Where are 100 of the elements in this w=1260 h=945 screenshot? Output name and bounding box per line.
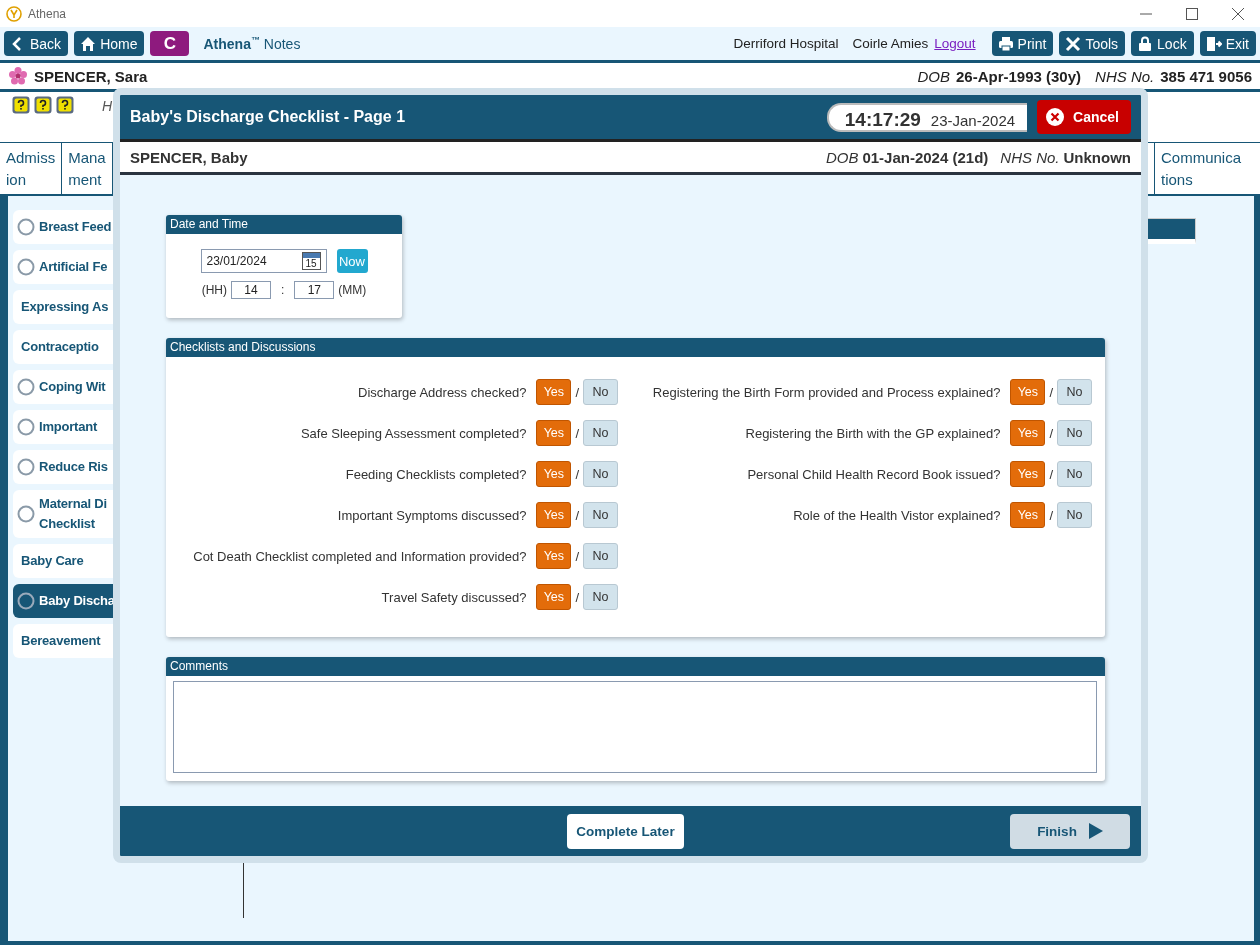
radio-circle-icon [17,418,35,436]
slash-separator: / [1049,466,1053,482]
no-button[interactable]: No [583,379,618,405]
question-label: Feeding Checklists completed? [345,466,527,482]
close-icon [1232,7,1244,20]
print-button[interactable]: Print [991,31,1054,56]
sidebar-item[interactable]: Expressing As [13,290,116,324]
radio-circle-icon [17,505,35,523]
minutes-label: (MM) [338,283,367,297]
window-title: Athena [28,6,67,21]
comments-field[interactable] [173,681,1097,773]
hours-field[interactable]: 14 [231,281,271,299]
radio-circle-icon [17,592,35,610]
nhs-label: NHS No. [1095,67,1155,85]
nhs-number: 385 471 9056 [1160,67,1252,85]
baby-name: SPENCER, Baby [130,148,248,166]
help-icon [56,96,74,114]
tab[interactable]: Mana ment [62,143,113,194]
radio-circle-icon [17,258,35,276]
cut-off-text: H [102,98,113,114]
slash-separator: / [1049,384,1053,400]
radio-circle-icon [17,458,35,476]
slash-separator: / [575,466,579,482]
app-brand: Athena$^{™}$ Notes [203,35,301,52]
question-label: Discharge Address checked? [358,384,527,400]
tab[interactable]: Communica tions [1154,143,1260,194]
dob-value: 26-Apr-1993 (30y) [956,67,1082,85]
section-header: Date and Time [166,215,402,234]
sidebar-item[interactable]: Coping Wit [13,370,116,404]
slash-separator: / [575,589,579,605]
dialog-title: Baby's Discharge Checklist - Page 1 [130,108,406,126]
tools-icon [1065,35,1082,52]
no-button[interactable]: No [583,584,618,610]
exit-door-icon [1205,35,1222,52]
slash-separator: / [1049,425,1053,441]
dob-label: DOB [917,67,950,85]
sidebar-item[interactable]: Contraceptio [13,330,116,364]
date-field[interactable]: 23/01/2024 15 [200,249,327,273]
sidebar-item[interactable]: Bereavement [13,624,116,658]
question-label: Important Symptoms discussed? [337,507,527,523]
logout-link[interactable]: Logout [934,36,976,51]
minutes-field[interactable]: 17 [294,281,335,299]
no-button[interactable]: No [1057,502,1092,528]
no-button[interactable]: No [583,420,618,446]
home-icon [80,35,97,52]
slash-separator: / [575,425,579,441]
radio-circle-icon [17,378,35,396]
hours-label: (HH) [201,283,227,297]
question-label: Travel Safety discussed? [381,589,527,605]
no-button[interactable]: No [583,543,618,569]
home-button[interactable]: Home [74,31,145,56]
nhs-label: NHS No. [1000,148,1060,166]
radio-circle-icon [17,218,35,236]
app-logo-icon [6,5,22,22]
sidebar-item[interactable]: Maternal Di Checklist [13,490,116,538]
complete-later-button[interactable]: Complete Later [567,813,684,849]
no-button[interactable]: No [1057,379,1092,405]
back-button[interactable]: Back [4,31,69,56]
printer-icon [997,35,1014,52]
sidebar-item[interactable]: Reduce Ris [13,450,116,484]
dob-label: DOB [825,148,859,166]
no-button[interactable]: No [1057,461,1092,487]
question-label: Registering the Birth Form provided and Process explained? [652,384,1001,400]
clock-display: 14:17:29 23-Jan-2024 [826,102,1028,132]
sidebar-item[interactable]: Artificial Fe [13,250,116,284]
sidebar-item[interactable]: Important [13,410,116,444]
user-name: Coirle Amies [852,36,929,51]
slash-separator: / [575,548,579,564]
exit-button[interactable]: Exit [1199,31,1256,56]
question-label: Role of the Health Vistor explained? [793,507,1001,523]
sidebar-item[interactable]: Breast Feed [13,210,116,244]
dob-value: 01-Jan-2024 (21d) [862,148,989,166]
section-header: Checklists and Discussions [166,338,1105,357]
tab[interactable]: Admiss ion [0,143,63,194]
sidebar-item[interactable]: Baby Discha [13,584,116,618]
question-label: Cot Death Checklist completed and Information provided? [193,548,527,564]
slash-separator: / [575,384,579,400]
play-arrow-icon [1088,823,1103,839]
question-label: Safe Sleeping Assessment completed? [300,425,527,441]
no-button[interactable]: No [583,461,618,487]
question-label: Registering the Birth with the GP explained? [745,425,1001,441]
no-button[interactable]: No [1057,420,1092,446]
no-button[interactable]: No [583,502,618,528]
maximize-icon [1186,7,1198,20]
nhs-number: Unknown [1063,148,1131,166]
calendar-icon[interactable]: 15 [301,252,321,270]
cancel-button[interactable]: Cancel [1037,100,1131,134]
section-header: Comments [166,657,1105,676]
lock-icon [1137,35,1154,52]
slash-separator: / [575,507,579,523]
slash-separator: / [1049,507,1053,523]
close-circle-icon [1045,107,1066,127]
patient-name: SPENCER, Sara [34,67,148,85]
sidebar-item[interactable]: Baby Care [13,544,116,578]
lock-button[interactable]: Lock [1131,31,1194,56]
hospital-name: Derriford Hospital [733,36,839,51]
flower-icon [8,66,28,86]
time-separator: : [281,283,285,297]
tools-button[interactable]: Tools [1059,31,1126,56]
c-button[interactable]: C [150,31,190,56]
